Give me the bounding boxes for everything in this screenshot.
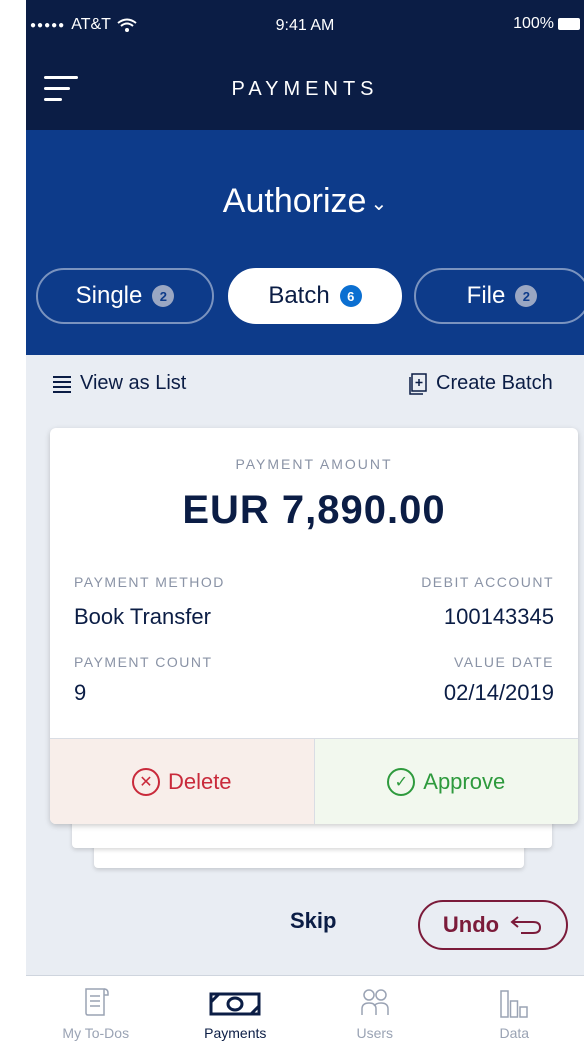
date-value: 02/14/2019 — [443, 680, 554, 705]
tab-batch-count: 6 — [339, 285, 362, 307]
skip-button[interactable]: Skip — [290, 908, 336, 934]
authorize-label: Authorize — [222, 182, 367, 220]
money-icon — [209, 992, 261, 1016]
page-title: PAYMENTS — [231, 78, 379, 100]
undo-label: Undo — [442, 912, 500, 937]
approve-button[interactable]: ✓ Approve — [314, 739, 578, 824]
delete-button[interactable]: ✕ Delete — [50, 739, 315, 824]
payment-card: PAYMENT AMOUNT EUR 7,890.00 PAYMENT METH… — [50, 428, 578, 824]
approve-label: Approve — [423, 768, 506, 794]
tab-my-todos-label: My To-Dos — [62, 1025, 130, 1041]
tab-payments[interactable]: Payments — [166, 976, 306, 1045]
tab-my-todos[interactable]: My To-Dos — [26, 976, 166, 1045]
battery-percent: 100% — [513, 15, 554, 32]
amount-label: PAYMENT AMOUNT — [235, 456, 393, 472]
tab-single-label: Single — [75, 282, 143, 309]
add-document-icon — [409, 372, 427, 395]
undo-button[interactable]: Undo — [418, 900, 568, 950]
tab-payments-label: Payments — [204, 1025, 267, 1041]
todo-list-icon — [85, 988, 109, 1016]
battery-icon — [558, 18, 580, 30]
bar-chart-icon — [500, 990, 528, 1018]
tab-file[interactable]: File 2 — [414, 268, 584, 324]
date-label: VALUE DATE — [453, 654, 554, 670]
authorize-dropdown[interactable]: Authorize ⌄ — [26, 182, 584, 221]
check-circle-icon: ✓ — [387, 767, 416, 796]
tab-users-label: Users — [356, 1025, 394, 1041]
tab-single[interactable]: Single 2 — [36, 268, 214, 324]
tab-data[interactable]: Data — [445, 976, 584, 1045]
method-value: Book Transfer — [74, 604, 211, 629]
debit-value: 100143345 — [443, 604, 554, 629]
count-value: 9 — [74, 680, 87, 705]
status-bar: ●●●●● AT&T 9:41 AM 100% — [26, 0, 584, 50]
card-actions: ✕ Delete ✓ Approve — [50, 738, 578, 824]
tab-data-label: Data — [499, 1025, 530, 1041]
users-icon — [361, 989, 389, 1015]
tab-file-label: File — [466, 282, 506, 309]
close-circle-icon: ✕ — [131, 767, 160, 796]
view-as-list-button[interactable]: View as List — [52, 372, 186, 395]
view-as-list-label: View as List — [80, 372, 187, 394]
authorize-header: Authorize ⌄ Single 2 Batch 6 File 2 — [26, 130, 584, 355]
payment-amount: EUR 7,890.00 — [182, 488, 446, 532]
delete-label: Delete — [167, 768, 232, 794]
list-icon — [53, 375, 71, 393]
create-batch-label: Create Batch — [436, 372, 553, 394]
debit-label: DEBIT ACCOUNT — [421, 574, 554, 590]
tab-batch[interactable]: Batch 6 — [228, 268, 402, 324]
phone-screen: ●●●●● AT&T 9:41 AM 100% PAYMENTS Authori… — [26, 0, 584, 1045]
status-time: 9:41 AM — [275, 17, 335, 34]
tab-single-count: 2 — [152, 285, 175, 307]
create-batch-button[interactable]: Create Batch — [408, 372, 553, 395]
count-label: PAYMENT COUNT — [74, 654, 213, 670]
nav-bar: PAYMENTS — [26, 50, 584, 130]
tab-users[interactable]: Users — [305, 976, 445, 1045]
tab-batch-label: Batch — [268, 282, 330, 309]
tab-file-count: 2 — [515, 285, 538, 307]
chevron-down-icon: ⌄ — [370, 192, 388, 215]
bottom-tab-bar: My To-Dos Payments Users Data — [26, 975, 584, 1045]
undo-arrow-icon — [510, 916, 542, 934]
battery-info: 100% — [513, 15, 580, 33]
method-label: PAYMENT METHOD — [74, 574, 225, 590]
